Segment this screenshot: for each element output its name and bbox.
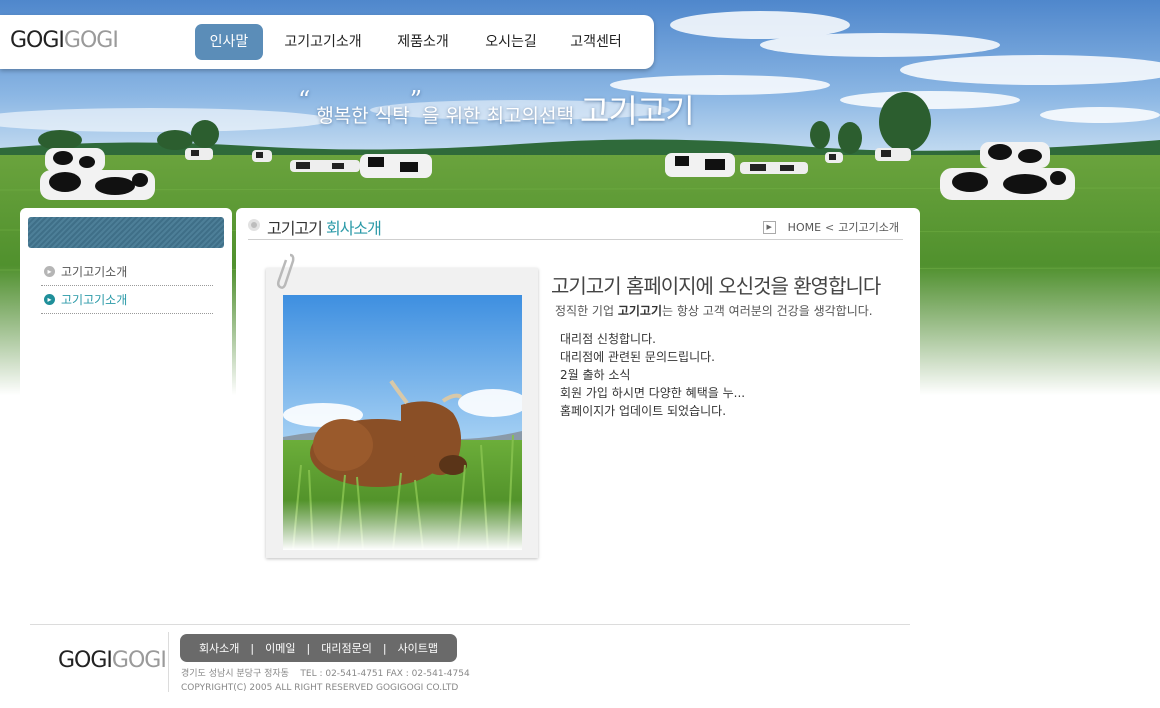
slogan-quote-close: ” [409,86,423,114]
slogan-quote-open: “ [298,86,311,114]
nav-greeting[interactable]: 인사말 [195,24,263,60]
footer-logo: GOGIGOGI [58,648,167,673]
top-navigation-bar: GOGIGOGI 인사말 고기고기소개 제품소개 오시는길 고객센터 [0,15,654,69]
sidebar-item-label: 고기고기소개 [61,293,128,307]
welcome-heading: 고기고기 홈페이지에 오신것을 환영합니다 [551,274,881,298]
subtitle-brand: 고기고기 [617,304,663,318]
footer-link-email[interactable]: 이메일 [265,640,295,656]
footer-link-dealer-inquiry[interactable]: 대리점문의 [321,640,372,656]
sidebar-item-label: 고기고기소개 [61,265,128,279]
nav-customer-center[interactable]: 고객센터 [559,24,633,60]
arrow-circle-icon: ▸ [44,266,55,277]
cow-photo [283,295,522,550]
nav-products[interactable]: 제품소개 [383,24,463,60]
site-logo[interactable]: GOGIGOGI [10,28,119,53]
subtitle-part-a: 정직한 기업 [555,304,618,318]
nav-about-gogigogi[interactable]: 고기고기소개 [263,24,383,60]
list-item[interactable]: 대리점 신청합니다. [560,330,745,348]
breadcrumb: ▶ HOME < 고기고기소개 [762,219,899,235]
cow-lying-in-grass-image [283,295,522,550]
content-header: 고기고기 회사소개 ▶ HOME < 고기고기소개 [248,208,903,240]
slogan-phrase-a: 행복한 식탁 [310,105,410,127]
arrow-circle-icon: ▸ [44,294,55,305]
list-item[interactable]: 대리점에 관련된 문의드립니다. [560,348,745,366]
footer-address: 경기도 성남시 분당구 정자동 TEL : 02-541-4751 FAX : … [181,667,470,695]
footer-separator: | [250,641,255,655]
hero-slogan: “ 행복한 식탁”을 위한 최고의선택 고기고기 [298,86,695,132]
slogan-phrase-b: 을 위한 최고의선택 [422,105,574,127]
footer-separator: | [306,641,311,655]
breadcrumb-current: 고기고기소개 [838,221,899,234]
nav-directions[interactable]: 오시는길 [463,24,559,60]
list-item[interactable]: 회원 가입 하시면 다양한 혜택을 누... [560,384,745,402]
sidebar-header [28,217,224,248]
main-nav: 인사말 고기고기소개 제품소개 오시는길 고객센터 [195,24,633,60]
sidebar-menu: ▸ 고기고기소개 ▸ 고기고기소개 [41,258,213,314]
footer-logo-part1: GOGI [58,648,113,673]
footer-divider [30,624,910,625]
breadcrumb-separator: < [825,220,835,234]
page-title: 고기고기 회사소개 [267,215,382,239]
footer-link-company[interactable]: 회사소개 [199,640,239,656]
sidebar: ▸ 고기고기소개 ▸ 고기고기소개 [20,208,232,608]
footer-link-sitemap[interactable]: 사이트맵 [398,640,438,656]
sidebar-item-about[interactable]: ▸ 고기고기소개 [41,258,213,286]
footer-vertical-divider [168,632,169,692]
footer-separator: | [382,641,387,655]
breadcrumb-home[interactable]: HOME [788,221,821,234]
logo-part1: GOGI [10,28,65,53]
subtitle-part-b: 는 항상 고객 여러분의 건강을 생각합니다. [662,304,873,318]
circle-bullet-icon [248,219,260,231]
slogan-brand: 고기고기 [579,92,695,130]
footer-menu: 회사소개 | 이메일 | 대리점문의 | 사이트맵 [180,634,457,662]
play-arrow-icon[interactable]: ▶ [762,220,776,234]
page-title-section: 회사소개 [325,219,382,238]
footer-logo-part2: GOGI [111,648,167,673]
sidebar-item-about-active[interactable]: ▸ 고기고기소개 [41,286,213,314]
main-content: 고기고기 회사소개 ▶ HOME < 고기고기소개 고기고기 홈페이지에 오신것… [236,208,920,608]
logo-part2: GOGI [63,28,119,53]
notice-list: 대리점 신청합니다. 대리점에 관련된 문의드립니다. 2월 출하 소식 회원 … [560,330,745,420]
paperclip-icon [276,253,295,289]
page-title-brand: 고기고기 [267,219,323,238]
list-item[interactable]: 홈페이지가 업데이트 되었습니다. [560,402,745,420]
welcome-subtitle: 정직한 기업 고기고기는 항상 고객 여러분의 건강을 생각합니다. [555,302,873,319]
phone-fax-text: TEL : 02-541-4751 FAX : 02-541-4754 [300,669,470,679]
list-item[interactable]: 2월 출하 소식 [560,366,745,384]
copyright-text: COPYRIGHT(C) 2005 ALL RIGHT RESERVED GOG… [181,683,459,693]
photo-frame [266,268,538,558]
address-text: 경기도 성남시 분당구 정자동 [181,669,289,679]
